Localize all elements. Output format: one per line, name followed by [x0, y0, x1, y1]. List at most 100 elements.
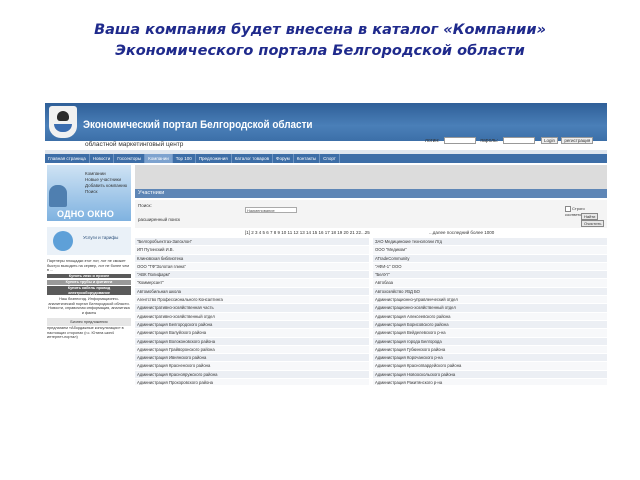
- company-link[interactable]: Администрация Ракитянского р-на: [373, 379, 607, 385]
- password-input[interactable]: [502, 137, 535, 144]
- company-link[interactable]: Администрация Валуйского района: [135, 329, 369, 337]
- nav-item[interactable]: Каталог товаров: [232, 154, 274, 163]
- buy-pipes-button[interactable]: Купить трубы и фитинги: [47, 280, 131, 285]
- company-link[interactable]: Администрация города Белгорода: [373, 337, 607, 345]
- pagination: [1] 2 3 4 5 6 7 8 9 10 11 12 13 14 15 16…: [135, 230, 607, 237]
- company-link[interactable]: ИП Путинский И.В.: [135, 246, 369, 254]
- services-banner[interactable]: Услуги и тарифы: [47, 227, 131, 255]
- clear-button[interactable]: Очистить: [581, 220, 605, 227]
- company-link[interactable]: ATradeCommunity: [373, 254, 607, 262]
- services-figure-icon: [53, 231, 73, 251]
- company-link[interactable]: Администрация Губкинского района: [373, 345, 607, 354]
- company-link[interactable]: Администрация Красненского района: [135, 362, 369, 370]
- company-link[interactable]: "АФИ-1" ООО: [373, 262, 607, 271]
- site-title[interactable]: Экономический портал Белгородской област…: [83, 119, 313, 131]
- table-row: Администрация Грайворонского района Админ…: [135, 345, 607, 355]
- slide-title-line1: Ваша компания будет внесена в каталог «К…: [94, 22, 546, 38]
- search-input-label: Наименование: [247, 208, 275, 213]
- table-row: ИП Путинский И.В. ООО "Медиком": [135, 246, 607, 255]
- partners-text: Партнеры площадки этот лот, лот не сможе…: [47, 259, 129, 273]
- site-header: Экономический портал Белгородской област…: [45, 103, 607, 141]
- company-link[interactable]: Автохозяйство УВД БО: [373, 287, 607, 296]
- table-row: Административно-хозяйственная часть Админ…: [135, 304, 607, 313]
- companies-table: "Белгоробъектгаз-Запсклон" ЗАО Медицински…: [135, 238, 607, 385]
- company-link[interactable]: ЗАО Медицинские технологии Лтд: [373, 238, 607, 246]
- search-button[interactable]: Найти: [581, 213, 599, 220]
- table-row: Администрация Краснояружского района Адми…: [135, 370, 607, 380]
- pager-more-links[interactable]: ...далее последний более 1000: [429, 230, 494, 235]
- login-bar: логин: пароль: Login регистрация: [425, 137, 594, 147]
- company-link[interactable]: "Белгоробъектгаз-Запсклон": [135, 238, 369, 246]
- company-link[interactable]: Администрация Белгородского района: [135, 320, 369, 329]
- company-link[interactable]: Администрация Волоконовского района: [135, 337, 369, 345]
- company-link[interactable]: Агентство Профессионального Консалтинга: [135, 296, 369, 304]
- buy-lex-button[interactable]: Купить лекс и прочее: [47, 273, 131, 279]
- offer-text[interactable]: предлагаем «Абордажные консультации» в н…: [47, 326, 131, 340]
- nav-item[interactable]: Компании: [145, 154, 173, 163]
- company-link[interactable]: Администрационно-управленческий отдел: [373, 296, 607, 304]
- company-link[interactable]: Администрация Краснояружского района: [135, 370, 369, 379]
- companies-menu: Компании Новые участники Добавить компанию…: [85, 171, 127, 195]
- company-link[interactable]: Администрация Грайворонского района: [135, 345, 369, 354]
- table-row: "Белгоробъектгаз-Запсклон" ЗАО Медицински…: [135, 238, 607, 247]
- nav-item[interactable]: Главная страница: [45, 154, 90, 163]
- slide-title: Ваша компания будет внесена в каталог «К…: [0, 20, 640, 62]
- company-link[interactable]: Клиновская библиотека: [135, 254, 369, 262]
- nav-item[interactable]: Новости: [90, 154, 115, 163]
- bizgid-text[interactable]: Наш бизнесгид. Информационно-аналитическ…: [47, 297, 131, 315]
- table-row: ООО "ТФ"Золотая глина" "АФИ-1" ООО: [135, 262, 607, 272]
- company-link[interactable]: "БелУт": [373, 271, 607, 279]
- panel-title: Участники: [135, 189, 607, 198]
- company-link[interactable]: Автобаза: [373, 279, 607, 287]
- table-row: Администрация Прохоровского района Админи…: [135, 379, 607, 385]
- company-link[interactable]: Администрация Корочанского р-на: [373, 354, 607, 362]
- company-link[interactable]: Администрационно-хозяйственный отдел: [373, 304, 607, 312]
- login-input[interactable]: [443, 137, 476, 144]
- table-row: Агентство Профессионального Консалтинга А…: [135, 296, 607, 305]
- one-window-banner[interactable]: Компании Новые участники Добавить компанию…: [47, 165, 131, 221]
- nav-item[interactable]: Спорт: [320, 154, 340, 163]
- company-link[interactable]: Администрация Красногвардейского района: [373, 362, 607, 370]
- companies-menu-item[interactable]: Поиск: [85, 189, 127, 195]
- portal-screenshot: Экономический портал Белгородской област…: [45, 103, 607, 385]
- table-row: Администрация Волоконовского района Админ…: [135, 337, 607, 346]
- register-button[interactable]: регистрация: [561, 137, 594, 144]
- company-link[interactable]: Администрация Ивнянского района: [135, 354, 369, 362]
- nav-item[interactable]: Госсекторы: [114, 154, 146, 163]
- company-link[interactable]: "Коммерсант": [135, 279, 369, 287]
- company-link[interactable]: Административно-хозяйственная часть: [135, 304, 369, 312]
- nav-item[interactable]: Top 100: [173, 154, 196, 163]
- company-link[interactable]: Администрация Вейделевского р-на: [373, 329, 607, 337]
- table-row: Клиновская библиотека ATradeCommunity: [135, 254, 607, 263]
- nav-item[interactable]: Контакты: [294, 154, 321, 163]
- content-top-band: [135, 165, 607, 189]
- main-content: Участники Поиск: расширенный поиск Наиме…: [135, 165, 607, 385]
- company-link[interactable]: "АВК Полифарм": [135, 271, 369, 279]
- left-ads: Партнеры площадки этот лот, лот не сможе…: [47, 259, 131, 340]
- company-link[interactable]: Администрация Прохоровского района: [135, 379, 369, 385]
- login-button[interactable]: Login: [540, 137, 558, 144]
- business-offers-header[interactable]: Бизнес предложения: [47, 317, 131, 327]
- advanced-search-link[interactable]: расширенный поиск: [138, 217, 180, 222]
- company-link[interactable]: Администрация Борисовского района: [373, 320, 607, 329]
- table-row: Администрация Белгородского района Админи…: [135, 320, 607, 330]
- nav-item[interactable]: Предложения: [196, 154, 232, 163]
- table-row: Административно-хозяйственный отдел Админ…: [135, 312, 607, 321]
- company-link[interactable]: Администрация Алексеевского района: [373, 312, 607, 320]
- company-link[interactable]: Административно-хозяйственный отдел: [135, 312, 369, 320]
- search-panel: Поиск: расширенный поиск Наименование Ст…: [135, 200, 607, 228]
- nav-item[interactable]: Форум: [273, 154, 294, 163]
- buy-cable-button[interactable]: Купить кабель провод электрооборудование: [47, 285, 131, 296]
- company-link[interactable]: ООО "Медиком": [373, 246, 607, 254]
- table-row: Администрация Ивнянского района Администр…: [135, 354, 607, 363]
- person-icon: [49, 185, 67, 207]
- search-label: Поиск:: [138, 203, 152, 208]
- company-link[interactable]: ООО "ТФ"Золотая глина": [135, 262, 369, 271]
- coat-of-arms-icon[interactable]: [49, 106, 77, 138]
- table-row: Автомобильная школа Автохозяйство УВД БО: [135, 287, 607, 297]
- password-label: пароль:: [480, 137, 499, 144]
- table-row: Администрация Валуйского района Администр…: [135, 329, 607, 338]
- company-link[interactable]: Автомобильная школа: [135, 287, 369, 296]
- company-link[interactable]: Администрация Новооскольского района: [373, 370, 607, 379]
- page-links[interactable]: [1] 2 3 4 5 6 7 8 9 10 11 12 13 14 15 16…: [245, 230, 370, 235]
